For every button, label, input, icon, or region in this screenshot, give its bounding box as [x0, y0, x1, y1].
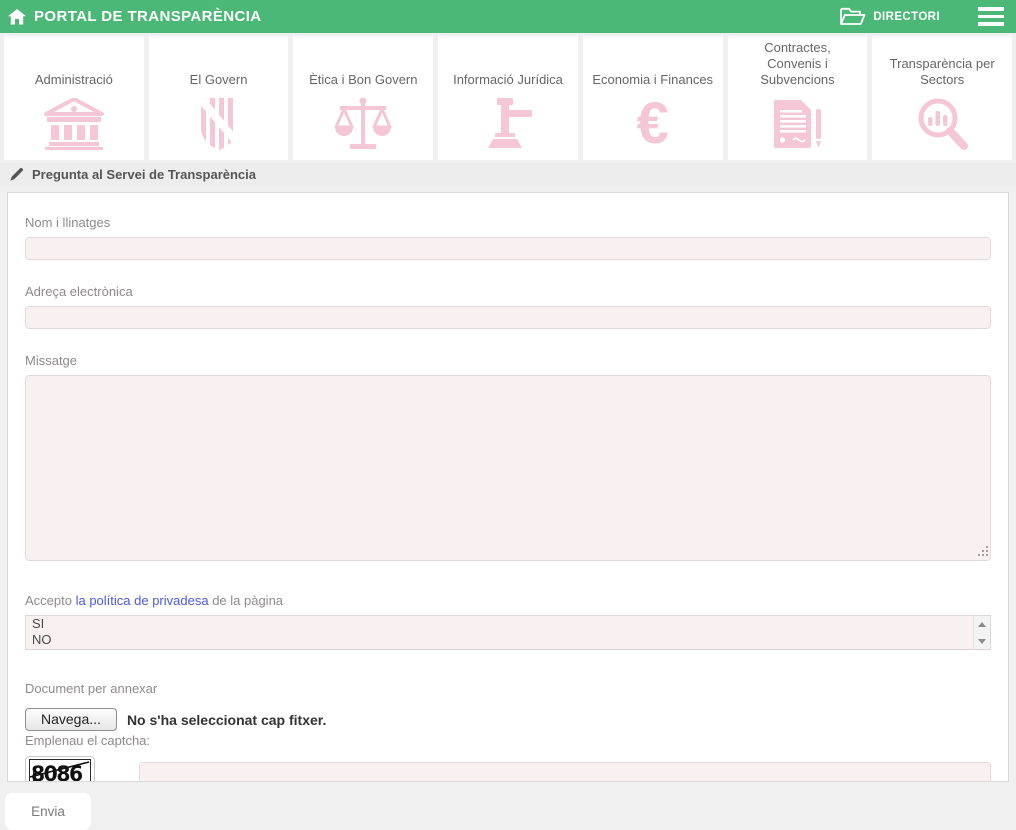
- directori-link[interactable]: DIRECTORI: [839, 7, 940, 26]
- tile-label: Administració: [4, 36, 144, 88]
- tile-label: Ètica i Bon Govern: [293, 36, 433, 88]
- page-title: PORTAL DE TRANSPARÈNCIA: [34, 8, 262, 25]
- email-input[interactable]: [25, 306, 991, 329]
- contact-form: Nom i llinatges Adreça electrònica Missa…: [7, 192, 1009, 782]
- browse-file-button[interactable]: Navega...: [25, 708, 117, 731]
- tile-label: Transparència per Sectors: [872, 36, 1012, 88]
- home-icon[interactable]: [8, 9, 26, 25]
- euro-icon: €: [583, 88, 723, 160]
- bank-icon: [4, 88, 144, 160]
- nav-tile-economia-finances[interactable]: Economia i Finances €: [583, 36, 723, 160]
- nav-tile-el-govern[interactable]: El Govern: [149, 36, 289, 160]
- category-tiles: Administració El Govern: [0, 36, 1016, 160]
- chart-magnifier-icon: [872, 88, 1012, 160]
- section-title: Pregunta al Servei de Transparència: [32, 167, 256, 182]
- privacy-option-no[interactable]: NO: [26, 632, 990, 648]
- tile-label: Contractes, Convenis i Subvencions: [728, 36, 868, 88]
- attachment-label: Document per annexar: [25, 681, 991, 696]
- directori-label: DIRECTORI: [873, 11, 940, 23]
- privacy-select[interactable]: SI NO: [25, 615, 991, 650]
- scroll-down-icon[interactable]: [974, 633, 990, 649]
- striped-shield-icon: [149, 88, 289, 160]
- gavel-icon: [438, 88, 578, 160]
- privacy-statement: Accepto la política de privadesa de la p…: [25, 593, 991, 608]
- captcha-image: 8086: [25, 756, 95, 782]
- listbox-scrollbar[interactable]: [973, 616, 990, 649]
- file-status-text: No s'ha seleccionat cap fitxer.: [127, 712, 326, 728]
- scales-icon: [293, 88, 433, 160]
- resize-grip-icon[interactable]: [978, 543, 988, 561]
- pencil-icon: [9, 167, 24, 182]
- email-label: Adreça electrònica: [25, 284, 991, 299]
- nav-tile-informacio-juridica[interactable]: Informació Jurídica: [438, 36, 578, 160]
- captcha-input[interactable]: [139, 762, 991, 783]
- contract-pen-icon: [728, 88, 868, 160]
- name-input[interactable]: [25, 237, 991, 260]
- nav-tile-etica-bon-govern[interactable]: Ètica i Bon Govern: [293, 36, 433, 160]
- app-header: PORTAL DE TRANSPARÈNCIA DIRECTORI: [0, 0, 1016, 33]
- privacy-policy-link[interactable]: la política de privadesa: [76, 593, 209, 608]
- captcha-label: Emplenau el captcha:: [25, 733, 991, 748]
- privacy-option-si[interactable]: SI: [26, 616, 990, 632]
- section-header: Pregunta al Servei de Transparència: [0, 163, 1016, 186]
- nav-tile-contractes[interactable]: Contractes, Convenis i Subvencions: [728, 36, 868, 160]
- open-folder-icon: [839, 7, 866, 26]
- tile-label: El Govern: [149, 36, 289, 88]
- hamburger-menu-icon[interactable]: [978, 7, 1004, 26]
- message-textarea[interactable]: [25, 375, 991, 561]
- nav-tile-administracio[interactable]: Administració: [4, 36, 144, 160]
- message-label: Missatge: [25, 353, 991, 368]
- tile-label: Informació Jurídica: [438, 36, 578, 88]
- scroll-up-icon[interactable]: [974, 616, 990, 632]
- svg-text:8086: 8086: [31, 762, 83, 782]
- name-label: Nom i llinatges: [25, 215, 991, 230]
- submit-button[interactable]: Envia: [5, 793, 91, 830]
- nav-tile-transparencia-sectors[interactable]: Transparència per Sectors: [872, 36, 1012, 160]
- tile-label: Economia i Finances: [583, 36, 723, 88]
